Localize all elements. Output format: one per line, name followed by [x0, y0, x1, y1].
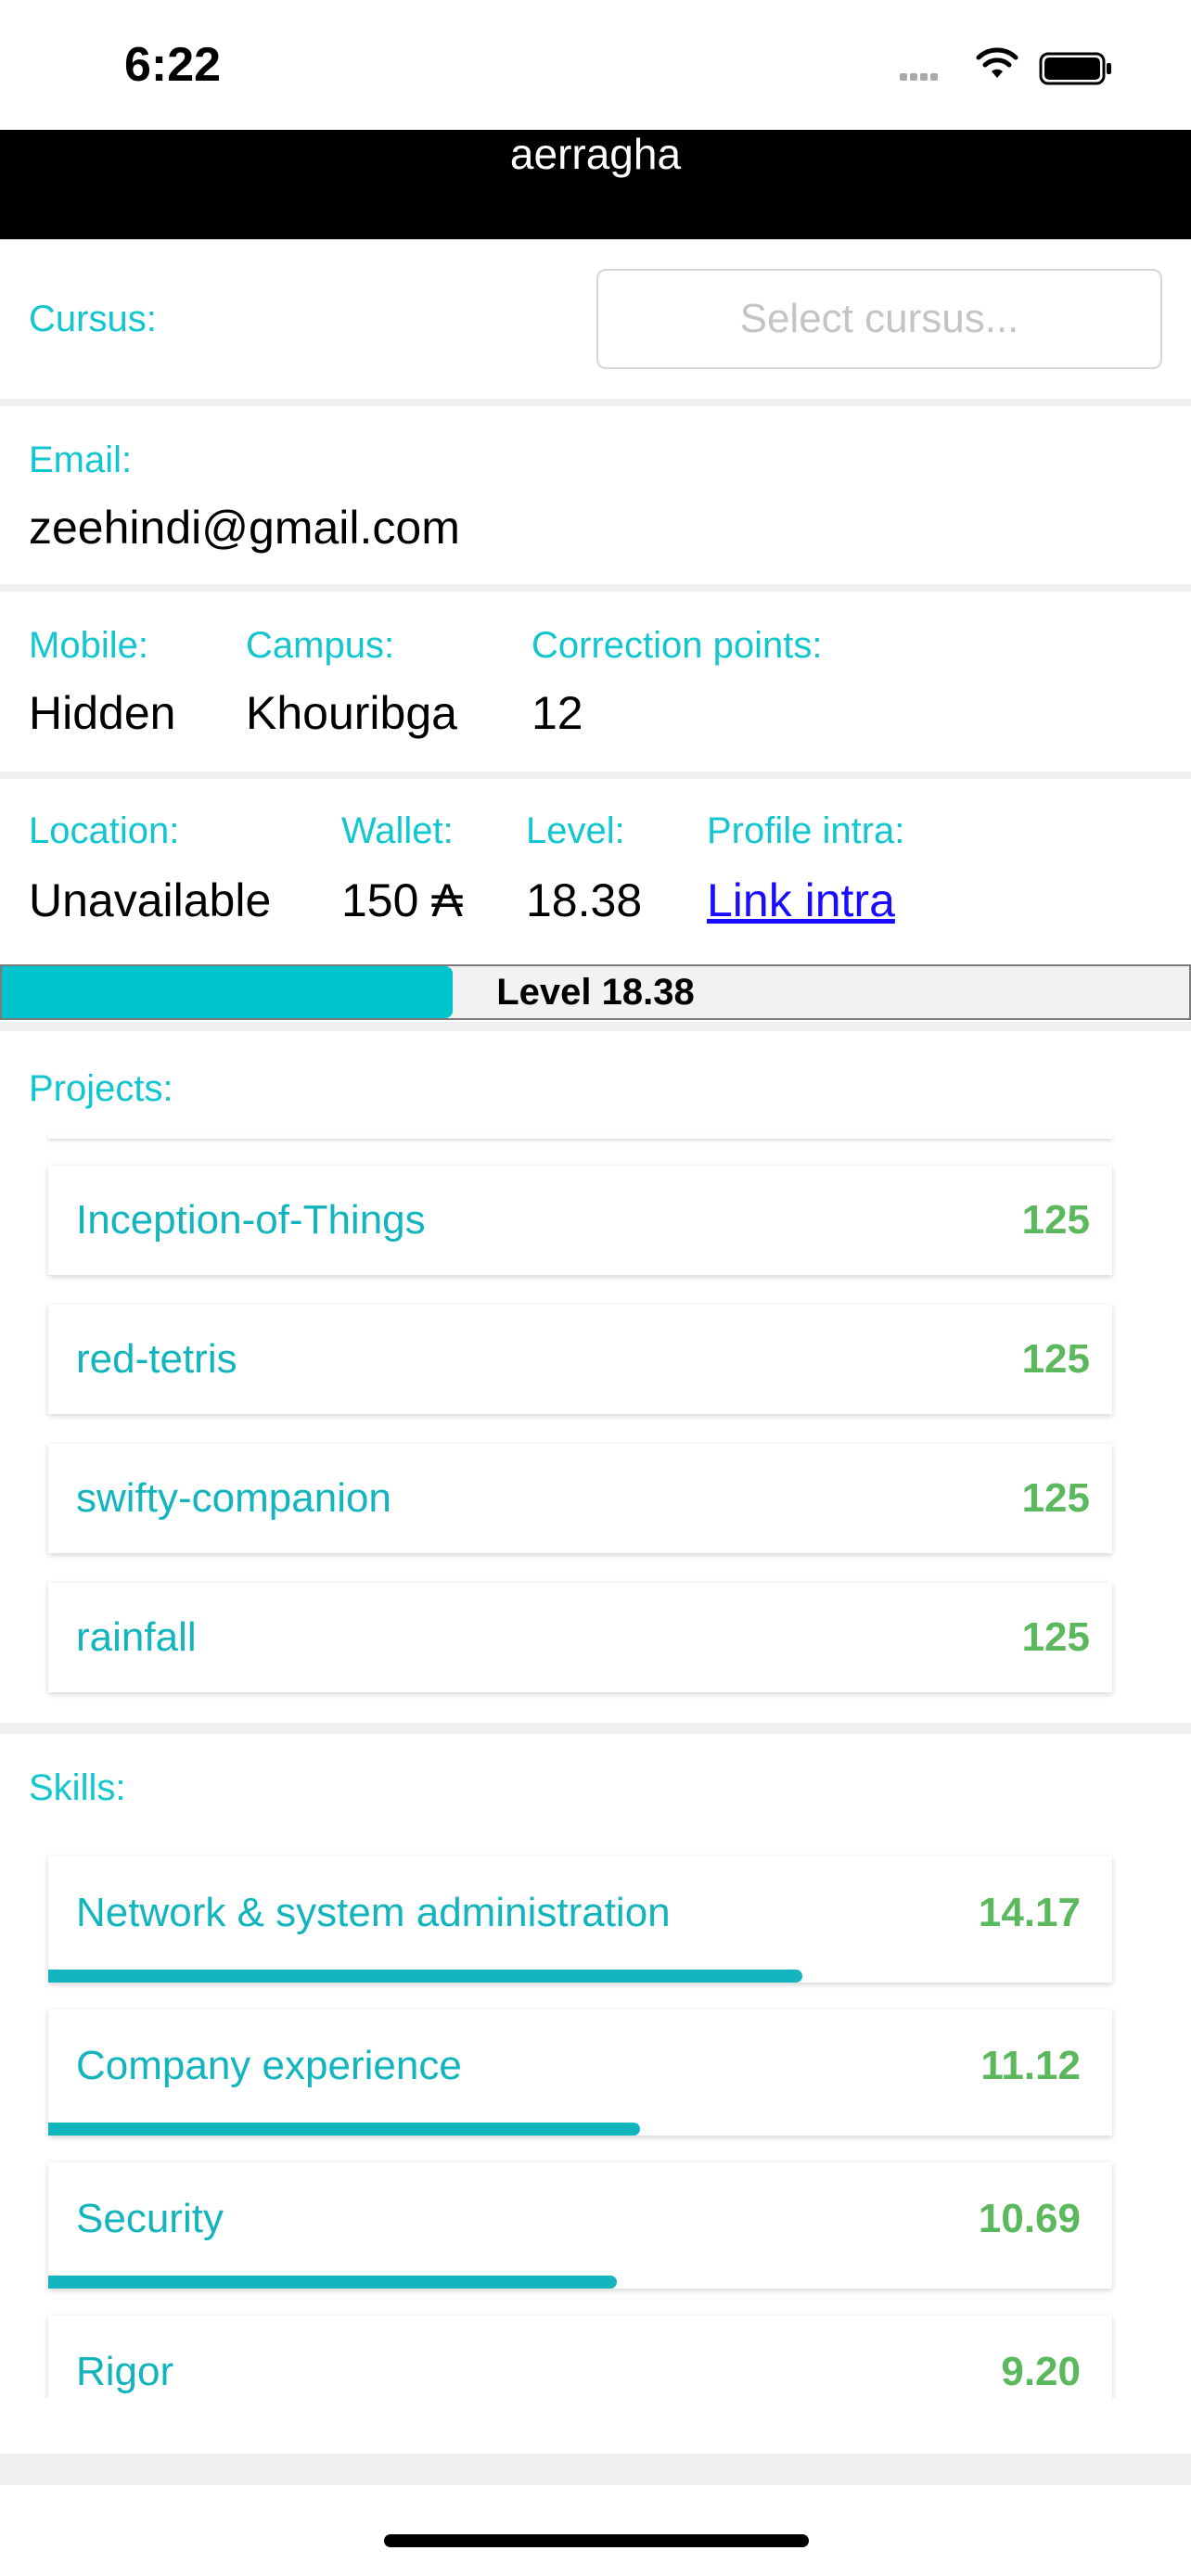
profile-intra-label: Profile intra:	[707, 810, 905, 851]
skill-score: 11.12	[980, 2043, 1081, 2088]
email-value: zeehindi@gmail.com	[29, 502, 460, 554]
cursus-label: Cursus:	[29, 299, 157, 339]
project-score: 125	[1021, 1614, 1090, 1660]
skill-name: Rigor	[76, 2349, 174, 2394]
skill-score: 14.17	[978, 1890, 1081, 1935]
wifi-icon	[976, 47, 1018, 78]
mobile-value: Hidden	[29, 687, 176, 739]
project-score: 125	[1021, 1197, 1090, 1243]
project-name: swifty-companion	[76, 1475, 391, 1521]
skill-name: Company experience	[76, 2043, 462, 2088]
skill-card[interactable]: Network & system administration 14.17	[48, 1856, 1112, 1983]
project-score: 125	[1021, 1336, 1090, 1382]
mobile-label: Mobile:	[29, 625, 148, 666]
wallet-label: Wallet:	[341, 810, 454, 851]
bottom-divider	[0, 2454, 1191, 2485]
cellular-signal-icon	[900, 69, 941, 85]
project-name: red-tetris	[76, 1336, 237, 1382]
project-card[interactable]: swifty-companion 125	[48, 1444, 1112, 1553]
battery-icon	[1039, 52, 1111, 85]
cursus-select[interactable]: Select cursus...	[596, 269, 1162, 369]
campus-value: Khouribga	[246, 687, 457, 739]
location-value: Unavailable	[29, 874, 272, 926]
divider	[0, 584, 1191, 592]
divider	[0, 772, 1191, 779]
skill-progress-bar	[48, 2276, 618, 2289]
skill-score: 10.69	[978, 2196, 1081, 2241]
level-value: 18.38	[526, 874, 643, 926]
level-label: Level:	[526, 810, 625, 851]
home-indicator[interactable]	[384, 2534, 809, 2547]
status-time: 6:22	[124, 38, 222, 92]
wallet-value: 150 ₳	[341, 874, 463, 926]
campus-label: Campus:	[246, 625, 395, 666]
divider	[0, 1723, 1191, 1734]
profile-intra-link[interactable]: Link intra	[707, 874, 895, 927]
skill-score: 9.20	[1001, 2349, 1081, 2394]
skills-list[interactable]: Network & system administration 14.17 Co…	[0, 1845, 1191, 2398]
divider	[0, 1022, 1191, 1031]
level-progress-label: Level 18.38	[496, 972, 695, 1013]
project-name: Inception-of-Things	[76, 1197, 426, 1243]
skill-progress-bar	[48, 2123, 640, 2136]
project-score: 125	[1021, 1475, 1090, 1521]
scrolled-card-edge	[48, 1133, 1112, 1139]
skills-label: Skills:	[29, 1767, 126, 1808]
project-card[interactable]: rainfall 125	[48, 1583, 1112, 1692]
skill-name: Security	[76, 2196, 224, 2241]
skill-name: Network & system administration	[76, 1890, 671, 1935]
project-card[interactable]: Inception-of-Things 125	[48, 1166, 1112, 1275]
page-title: aerragha	[509, 130, 682, 178]
correction-points-value: 12	[531, 687, 583, 739]
skill-progress-bar	[48, 1970, 802, 1983]
level-progress-bar: Level 18.38	[0, 964, 1191, 1020]
project-name: rainfall	[76, 1614, 197, 1660]
project-card[interactable]: red-tetris 125	[48, 1305, 1112, 1414]
email-label: Email:	[29, 440, 133, 480]
divider	[0, 399, 1191, 406]
skill-card[interactable]: Company experience 11.12	[48, 2009, 1112, 2136]
skill-card[interactable]: Security 10.69	[48, 2162, 1112, 2289]
skill-card[interactable]: Rigor 9.20	[48, 2315, 1112, 2398]
correction-points-label: Correction points:	[531, 625, 823, 666]
projects-label: Projects:	[29, 1068, 173, 1109]
location-label: Location:	[29, 810, 180, 851]
